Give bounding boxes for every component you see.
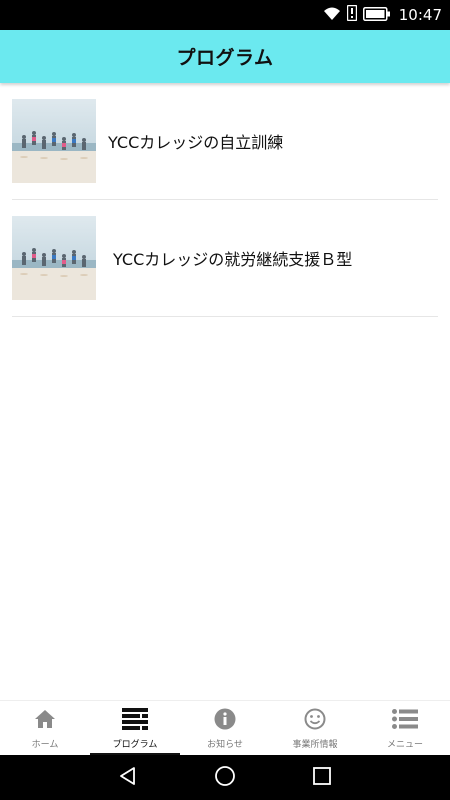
nav-label-menu: メニュー bbox=[386, 740, 423, 750]
list-icon bbox=[122, 707, 148, 731]
nav-label-news: お知らせ bbox=[207, 740, 243, 750]
system-nav-bar bbox=[0, 755, 450, 800]
nav-item-menu[interactable]: メニュー bbox=[360, 701, 450, 756]
back-icon[interactable] bbox=[118, 766, 138, 790]
program-list: YCCカレッジの自立訓練 YCCカレッジの就労継続支援Ｂ型 bbox=[12, 83, 438, 317]
menu-icon bbox=[392, 707, 418, 731]
program-item-label: YCCカレッジの就労継続支援Ｂ型 bbox=[113, 250, 353, 269]
wifi-icon bbox=[323, 6, 341, 25]
nav-item-office-info[interactable]: 事業所情報 bbox=[270, 701, 360, 756]
battery-icon bbox=[362, 6, 391, 25]
nav-label-home: ホーム bbox=[31, 740, 59, 750]
nav-item-news[interactable]: お知らせ bbox=[180, 701, 270, 756]
app-bar: プログラム bbox=[0, 30, 450, 83]
home-icon bbox=[34, 707, 56, 731]
beach-jump-photo bbox=[12, 216, 96, 300]
nav-label-program: プログラム bbox=[112, 740, 158, 750]
program-item-jiritsu-kunren[interactable]: YCCカレッジの自立訓練 bbox=[12, 83, 438, 200]
status-icons: 10:47 bbox=[323, 0, 442, 30]
alert-icon bbox=[346, 4, 357, 25]
program-item-shuro-keizoku-b[interactable]: YCCカレッジの就労継続支援Ｂ型 bbox=[12, 200, 438, 317]
bottom-nav: ホーム プログラム お知らせ 事業所情報 メニュー bbox=[0, 700, 450, 756]
home-circle-icon[interactable] bbox=[214, 765, 236, 791]
page-title: プログラム bbox=[176, 47, 274, 69]
nav-label-office-info: 事業所情報 bbox=[292, 740, 338, 750]
status-bar: 10:47 bbox=[0, 0, 450, 30]
recents-icon[interactable] bbox=[312, 766, 332, 790]
info-icon bbox=[214, 707, 236, 731]
status-time: 10:47 bbox=[398, 6, 442, 24]
nav-item-program[interactable]: プログラム bbox=[90, 701, 180, 756]
beach-jump-photo bbox=[12, 99, 96, 183]
nav-item-home[interactable]: ホーム bbox=[0, 701, 90, 756]
smiley-icon bbox=[304, 707, 326, 731]
program-item-label: YCCカレッジの自立訓練 bbox=[108, 133, 284, 152]
